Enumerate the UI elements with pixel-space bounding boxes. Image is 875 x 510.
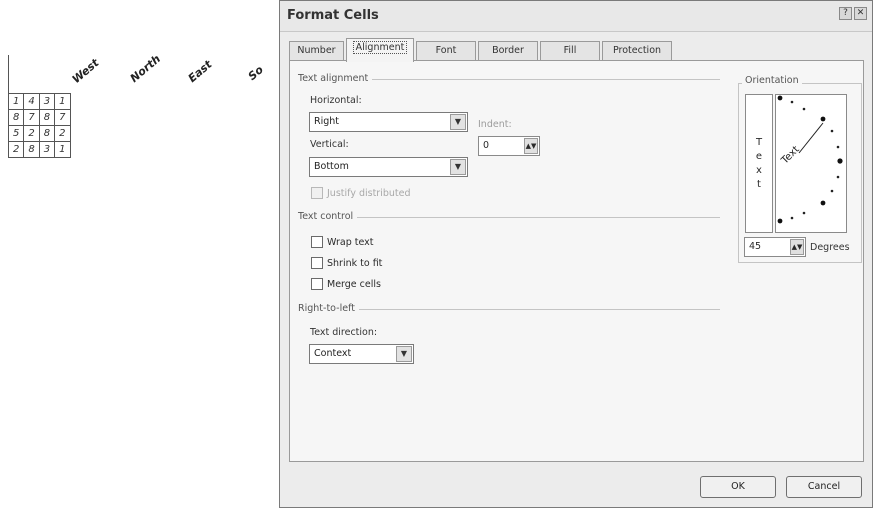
spinner-icon[interactable]: ▲▼: [524, 138, 538, 154]
chevron-down-icon[interactable]: ▼: [396, 346, 412, 362]
degrees-label: Degrees: [810, 242, 850, 253]
tab-font[interactable]: Font: [416, 41, 476, 61]
orientation-dial[interactable]: Text: [775, 94, 847, 233]
vertical-label: Vertical:: [310, 139, 349, 150]
justify-distributed-checkbox[interactable]: Justify distributed: [311, 187, 411, 199]
horizontal-select[interactable]: Right ▼: [309, 112, 468, 132]
cell[interactable]: 3: [38, 93, 56, 110]
tab-alignment[interactable]: Alignment: [346, 38, 414, 62]
dial-marker[interactable]: [820, 116, 826, 122]
horizontal-label: Horizontal:: [310, 95, 362, 106]
table-row: 8 7 8 7: [7, 109, 71, 126]
cell[interactable]: 3: [38, 141, 56, 158]
cell[interactable]: 1: [7, 93, 25, 110]
indent-label: Indent:: [478, 119, 512, 130]
dial-dot: [830, 129, 834, 133]
tab-border[interactable]: Border: [478, 41, 538, 61]
vertical-text-option[interactable]: T e x t: [745, 94, 773, 233]
group-divider: [298, 217, 720, 218]
help-button[interactable]: ?: [839, 7, 852, 20]
orientation-heading: Orientation: [742, 75, 802, 86]
cell[interactable]: 2: [7, 141, 25, 158]
alignment-panel: Text alignment Horizontal: Right ▼ Inden…: [289, 60, 864, 462]
wrap-text-checkbox[interactable]: Wrap text: [311, 236, 374, 248]
chevron-down-icon[interactable]: ▼: [450, 159, 466, 175]
spinner-icon[interactable]: ▲▼: [790, 239, 804, 255]
ok-button[interactable]: OK: [700, 476, 776, 498]
checkbox-box[interactable]: [311, 236, 323, 248]
table-row: 5 2 8 2: [7, 125, 71, 142]
dial-marker[interactable]: [777, 95, 783, 101]
vertical-text-letter: x: [756, 165, 762, 176]
vertical-text-letter: t: [757, 179, 761, 190]
dial-dot: [790, 100, 794, 104]
dialog-title: Format Cells: [287, 8, 379, 23]
indent-value: 0: [483, 140, 490, 151]
merge-cells-checkbox[interactable]: Merge cells: [311, 278, 381, 290]
cell[interactable]: 7: [54, 109, 71, 126]
cell[interactable]: 2: [23, 125, 40, 142]
vertical-select[interactable]: Bottom ▼: [309, 157, 468, 177]
degrees-value: 45: [749, 241, 762, 252]
vertical-value: Bottom: [314, 161, 349, 172]
checkbox-box[interactable]: [311, 278, 323, 290]
dial-marker[interactable]: [837, 158, 843, 164]
dial-dot: [836, 145, 840, 149]
indent-spinner[interactable]: 0 ▲▼: [478, 136, 540, 156]
horizontal-value: Right: [314, 116, 340, 127]
right-to-left-heading: Right-to-left: [298, 303, 359, 314]
dial-dot: [802, 211, 806, 215]
dial-needle: [798, 122, 824, 154]
table-row: 2 8 3 1: [7, 141, 71, 158]
dial-dot: [802, 107, 806, 111]
cell[interactable]: 7: [23, 109, 40, 126]
data-grid: 1 4 3 1 8 7 8 7 5 2 8 2 2 8 3 1: [7, 93, 71, 158]
cell[interactable]: 8: [38, 125, 56, 142]
text-alignment-heading: Text alignment: [298, 73, 373, 84]
shrink-to-fit-label: Shrink to fit: [327, 257, 383, 269]
cell[interactable]: 1: [54, 141, 71, 158]
dial-sample-text: Text: [779, 144, 802, 167]
dial-dot: [790, 216, 794, 220]
tab-protection[interactable]: Protection: [602, 41, 672, 61]
cell[interactable]: 5: [7, 125, 25, 142]
chevron-down-icon[interactable]: ▼: [450, 114, 466, 130]
cell[interactable]: 8: [38, 109, 56, 126]
degrees-spinner[interactable]: 45 ▲▼: [744, 237, 806, 257]
close-button[interactable]: ✕: [854, 7, 867, 20]
vertical-text-letter: T: [755, 137, 763, 148]
checkbox-box[interactable]: [311, 257, 323, 269]
merge-cells-label: Merge cells: [327, 278, 381, 290]
cell[interactable]: 2: [54, 125, 71, 142]
vertical-text-letter: e: [755, 151, 763, 162]
text-direction-label: Text direction:: [310, 327, 378, 338]
text-control-heading: Text control: [298, 211, 358, 222]
justify-distributed-label: Justify distributed: [327, 187, 411, 199]
title-bar[interactable]: Format Cells ? ✕: [280, 1, 872, 32]
group-divider: [298, 309, 720, 310]
shrink-to-fit-checkbox[interactable]: Shrink to fit: [311, 257, 382, 269]
cancel-button[interactable]: Cancel: [786, 476, 862, 498]
dial-marker[interactable]: [777, 218, 783, 224]
text-direction-select[interactable]: Context ▼: [309, 344, 414, 364]
tab-alignment-label: Alignment: [352, 41, 408, 54]
dial-dot: [830, 189, 834, 193]
dial-marker[interactable]: [820, 200, 826, 206]
text-direction-value: Context: [314, 348, 352, 359]
cell[interactable]: 8: [23, 141, 40, 158]
dial-dot: [836, 175, 840, 179]
cell[interactable]: 4: [23, 93, 40, 110]
tab-fill[interactable]: Fill: [540, 41, 600, 61]
tab-number[interactable]: Number: [289, 41, 344, 61]
format-cells-dialog: Format Cells ? ✕ Number Alignment Font B…: [279, 0, 873, 508]
wrap-text-label: Wrap text: [327, 236, 374, 248]
cell[interactable]: 1: [54, 93, 71, 110]
checkbox-box[interactable]: [311, 187, 323, 199]
cell[interactable]: 8: [7, 109, 25, 126]
table-row: 1 4 3 1: [7, 93, 71, 110]
orientation-dial-graphic: Text: [777, 95, 843, 224]
